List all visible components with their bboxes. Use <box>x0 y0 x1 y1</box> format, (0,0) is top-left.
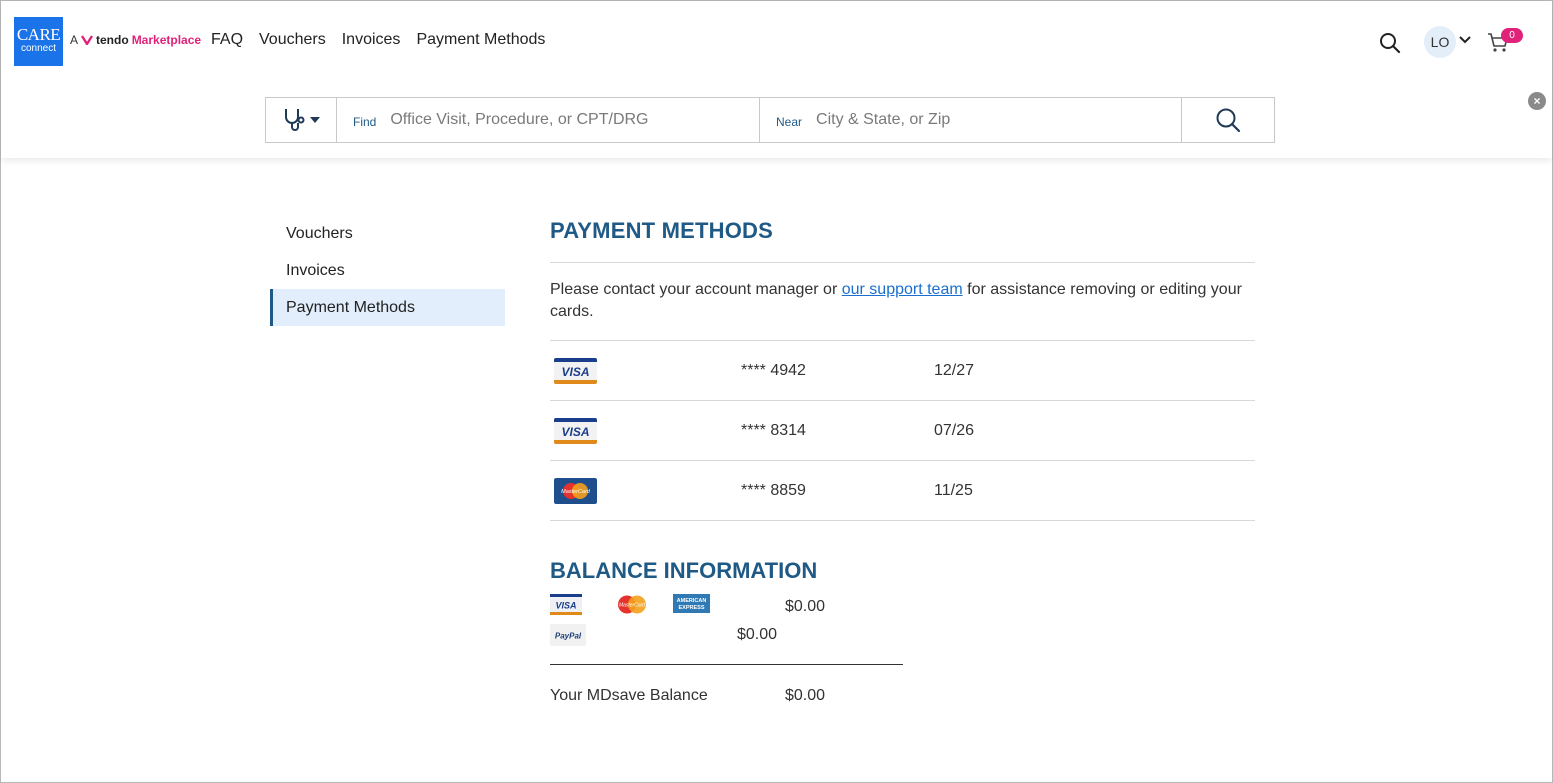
support-team-link[interactable]: our support team <box>842 281 963 298</box>
card-row: VISA **** 4942 12/27 <box>550 341 1255 401</box>
sidebar-item-vouchers[interactable]: Vouchers <box>270 215 505 252</box>
search-icon[interactable] <box>1379 32 1401 54</box>
card-number: **** 8859 <box>741 481 806 499</box>
nav-payment-methods[interactable]: Payment Methods <box>416 31 545 49</box>
balance-total-row: Your MDsave Balance $0.00 <box>550 665 1255 705</box>
paypal-balance-amount: $0.00 <box>737 626 778 643</box>
user-avatar[interactable]: LO <box>1424 26 1456 58</box>
mini-mc-text: MasterCard <box>619 603 645 609</box>
logo-line2: connect <box>20 43 57 54</box>
card-expiry: 12/27 <box>934 361 975 379</box>
stethoscope-icon <box>285 109 305 131</box>
find-field: Find <box>337 98 760 142</box>
sidebar-item-invoices[interactable]: Invoices <box>270 252 505 289</box>
sidebar-item-payment-methods[interactable]: Payment Methods <box>270 289 505 326</box>
near-input[interactable] <box>816 111 1157 129</box>
visa-icon: VISA <box>550 594 582 615</box>
search-bar: Find Near <box>265 97 1275 143</box>
balance-cards-row: VISA MasterCard AMERICAN EXPRESS $0.00 <box>550 594 1255 622</box>
visa-card-icon: VISA <box>554 418 597 444</box>
notice-text-before: Please contact your account manager or <box>550 281 842 298</box>
nav-faq[interactable]: FAQ <box>211 31 243 49</box>
careconnect-logo[interactable]: CARE connect <box>14 17 63 66</box>
amex-icon: AMERICAN EXPRESS <box>673 594 710 613</box>
mdsave-balance-amount: $0.00 <box>785 687 826 704</box>
tendo-mark-icon <box>81 35 94 45</box>
chevron-down-icon <box>310 117 320 123</box>
close-icon[interactable]: × <box>1528 92 1546 110</box>
search-submit-button[interactable] <box>1182 98 1274 142</box>
balance-paypal-row: PayPal $0.00 <box>550 622 1255 650</box>
cart-count-badge: 0 <box>1501 28 1523 43</box>
near-field: Near <box>760 98 1182 142</box>
visa-card-icon: VISA <box>554 358 597 384</box>
nav-vouchers[interactable]: Vouchers <box>259 31 326 49</box>
main-content: PAYMENT METHODS Please contact your acco… <box>550 215 1255 705</box>
mini-visa-text: VISA <box>555 601 576 611</box>
card-number: **** 4942 <box>741 361 806 379</box>
find-label: Find <box>353 115 377 129</box>
nav-invoices[interactable]: Invoices <box>342 31 401 49</box>
brand-a: A <box>70 33 79 47</box>
near-label: Near <box>776 115 803 129</box>
site-header: CARE connect A tendo Marketplace FAQ Vou… <box>1 1 1552 158</box>
card-row: VISA **** 8314 07/26 <box>550 401 1255 461</box>
mastercard-icon: MasterCard <box>618 595 646 614</box>
visa-text: VISA <box>561 425 589 439</box>
tendo-brand: A tendo Marketplace <box>70 33 201 47</box>
brand-tendo: tendo <box>96 33 129 47</box>
brand-marketplace: Marketplace <box>131 33 202 47</box>
balance-title: BALANCE INFORMATION <box>550 558 818 583</box>
support-notice: Please contact your account manager or o… <box>550 263 1255 341</box>
amex-line2: EXPRESS <box>679 605 705 611</box>
logo-line1: CARE <box>16 25 61 44</box>
card-row: MasterCard **** 8859 11/25 <box>550 461 1255 521</box>
card-number: **** 8314 <box>741 421 806 439</box>
mastercard-card-icon: MasterCard <box>554 478 597 504</box>
account-sidebar: Vouchers Invoices Payment Methods <box>270 215 505 326</box>
amex-line1: AMERICAN <box>677 598 707 604</box>
mastercard-text: MasterCard <box>561 489 591 495</box>
search-type-dropdown[interactable] <box>266 98 337 142</box>
card-expiry: 11/25 <box>934 481 973 499</box>
visa-text: VISA <box>561 365 589 379</box>
card-expiry: 07/26 <box>934 421 975 439</box>
search-icon <box>1216 108 1241 133</box>
paypal-text: PayPal <box>555 632 582 641</box>
top-nav: FAQ Vouchers Invoices Payment Methods <box>211 31 545 49</box>
page-title: PAYMENT METHODS <box>550 215 1255 263</box>
mdsave-balance-label: Your MDsave Balance <box>550 687 708 704</box>
paypal-icon: PayPal <box>550 624 586 646</box>
chevron-down-icon[interactable] <box>1459 35 1471 45</box>
find-input[interactable] <box>390 111 731 129</box>
cards-balance-amount: $0.00 <box>785 598 826 615</box>
